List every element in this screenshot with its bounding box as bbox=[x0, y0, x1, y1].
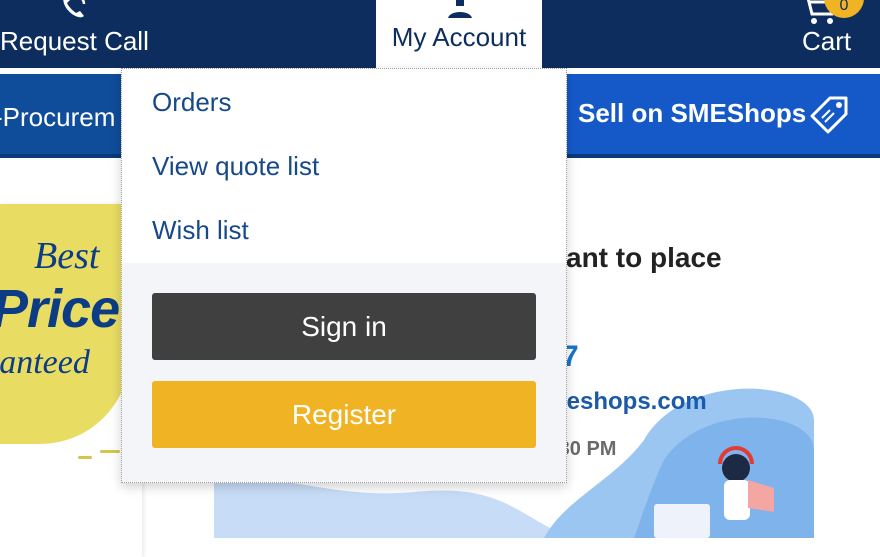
menu-item-wish-list[interactable]: Wish list bbox=[152, 215, 249, 246]
banner-dash bbox=[78, 456, 92, 459]
banner-guaranteed-text: ranteed bbox=[0, 344, 90, 381]
request-call-link[interactable]: Request Call bbox=[0, 0, 150, 68]
sign-in-button[interactable]: Sign in bbox=[152, 293, 536, 360]
banner-best-text: Best bbox=[34, 235, 100, 277]
my-account-label: My Account bbox=[391, 22, 527, 52]
nav-item-procurement[interactable]: -Procurem bbox=[0, 102, 115, 133]
request-call-label: Request Call bbox=[0, 26, 149, 56]
menu-item-view-quote-list[interactable]: View quote list bbox=[152, 151, 319, 182]
tag-icon bbox=[810, 96, 848, 134]
register-button[interactable]: Register bbox=[152, 381, 536, 448]
user-icon bbox=[448, 0, 472, 18]
contact-heading: ant to place bbox=[566, 242, 722, 273]
cart-label: Cart bbox=[802, 26, 852, 56]
phone-icon bbox=[63, 0, 86, 18]
account-dropdown-menu: Orders View quote list Wish list Sign in… bbox=[121, 68, 567, 483]
banner-price-text: Price bbox=[0, 279, 120, 339]
menu-auth-section: Sign in Register bbox=[122, 263, 566, 482]
cart-link[interactable]: 0 Cart bbox=[790, 0, 880, 68]
sell-on-smeshops-button[interactable]: Sell on SMEShops bbox=[566, 74, 880, 154]
sell-label: Sell on SMEShops bbox=[578, 98, 807, 128]
contact-email[interactable]: neshops.com bbox=[552, 388, 707, 416]
my-account-tab[interactable]: My Account bbox=[376, 0, 542, 70]
banner-dash bbox=[100, 450, 120, 453]
top-header: Request Call My Account 0 Cart bbox=[0, 0, 880, 70]
menu-item-orders[interactable]: Orders bbox=[152, 87, 231, 118]
